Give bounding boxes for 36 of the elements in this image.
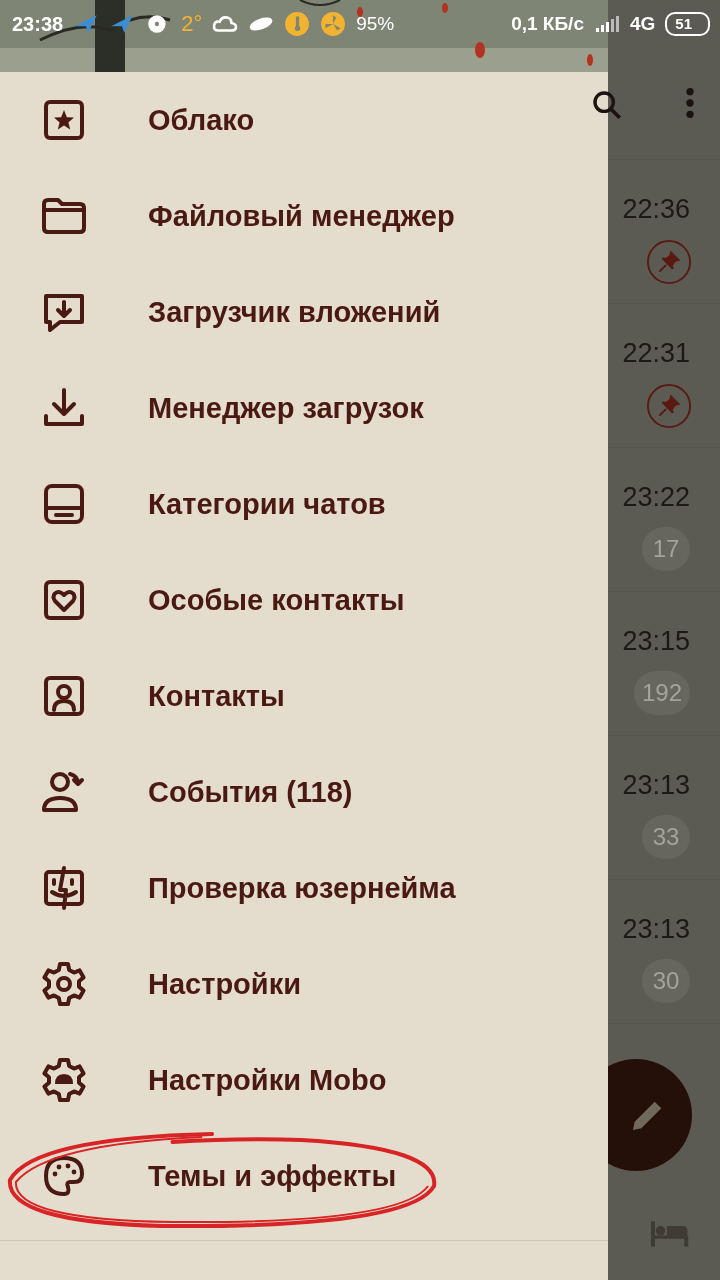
menu-item[interactable]: Загрузчик вложений (0, 264, 608, 360)
network-speed: 0,1 КБ/с (511, 13, 584, 35)
menu-item[interactable]: Проверка юзернейма (0, 840, 608, 936)
fan-icon (320, 11, 347, 37)
chat-time: 22:36 (622, 194, 690, 225)
signal-icon (593, 16, 620, 32)
unread-count: 192 (633, 671, 690, 715)
menu-item[interactable]: Настройки Mobo (0, 1032, 608, 1128)
menu-item[interactable]: Файловый менеджер (0, 168, 608, 264)
clock: 23:38 (12, 12, 64, 36)
pin-icon (646, 383, 692, 429)
pin-icon (646, 239, 692, 285)
thermometer-icon (284, 11, 311, 37)
unread-count: 30 (642, 959, 690, 1003)
chat-time: 23:15 (622, 626, 690, 657)
chat-time: 23:22 (622, 482, 690, 513)
menu-item[interactable]: Контакты (0, 648, 608, 744)
settings-icon (40, 960, 88, 1008)
menu-item[interactable]: Настройки (0, 936, 608, 1032)
menu-item[interactable]: Темы и эффекты (0, 1128, 608, 1224)
battery-level: 51 (665, 12, 710, 36)
menu-item[interactable]: Менеджер загрузок (0, 360, 608, 456)
chat-time: 22:31 (622, 338, 690, 369)
chat-time: 23:13 (622, 914, 690, 945)
unread-count: 33 (642, 815, 690, 859)
menu-item[interactable]: События (118) (0, 744, 608, 840)
temperature: 2° (181, 11, 203, 37)
menu-item[interactable]: Особые контакты (0, 552, 608, 648)
more-options-icon[interactable] (684, 86, 696, 120)
menu-item[interactable]: Категории чатов (0, 456, 608, 552)
humidity: 95% (356, 13, 395, 35)
robot-gear-icon (40, 1056, 88, 1104)
network-type: 4G (629, 13, 656, 35)
menu-item[interactable]: Облако (0, 72, 608, 168)
chat-time: 23:13 (622, 770, 690, 801)
unread-count: 17 (642, 527, 690, 571)
